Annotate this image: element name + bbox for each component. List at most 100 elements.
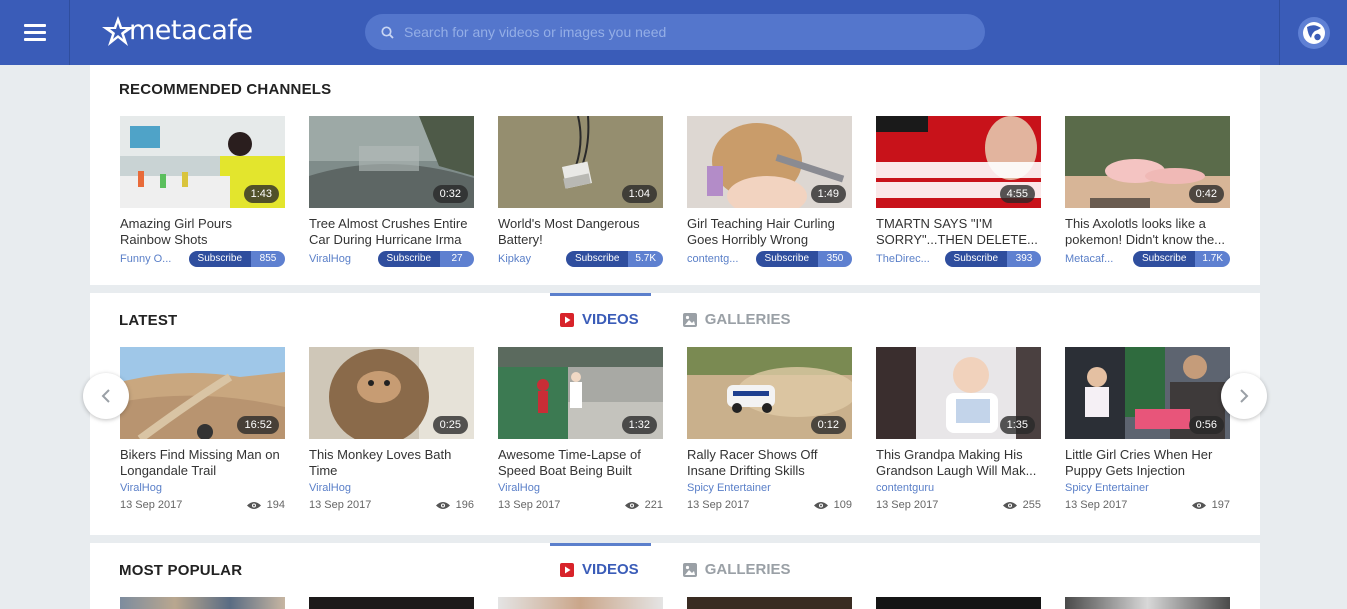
view-count-value: 255 bbox=[1022, 499, 1041, 511]
video-title[interactable]: Tree Almost Crushes Entire Car During Hu… bbox=[309, 216, 474, 248]
video-thumbnail[interactable] bbox=[309, 597, 474, 609]
subscriber-count: 5.7K bbox=[628, 251, 663, 267]
subscribe-button[interactable]: Subscribe 5.7K bbox=[565, 251, 663, 267]
video-thumbnail[interactable]: 0:32 bbox=[309, 116, 474, 208]
video-duration: 1:35 bbox=[999, 416, 1035, 434]
chevron-right-icon bbox=[1240, 389, 1249, 403]
tab-galleries-label: GALLERIES bbox=[704, 561, 791, 578]
view-count-value: 197 bbox=[1211, 499, 1230, 511]
channel-name[interactable]: ViralHog bbox=[498, 482, 663, 494]
image-gallery-icon bbox=[682, 312, 697, 327]
tab-galleries[interactable]: GALLERIES bbox=[673, 543, 803, 593]
video-thumbnail[interactable]: 0:42 bbox=[1065, 116, 1230, 208]
popular-row bbox=[120, 597, 1230, 609]
subscribe-button[interactable]: Subscribe 27 bbox=[377, 251, 474, 267]
subscriber-count: 27 bbox=[440, 251, 474, 267]
video-title[interactable]: Little Girl Cries When Her Puppy Gets In… bbox=[1065, 447, 1230, 479]
publish-date: 13 Sep 2017 bbox=[876, 499, 939, 511]
video-duration: 0:56 bbox=[1188, 416, 1224, 434]
video-thumbnail[interactable]: 1:04 bbox=[498, 116, 663, 208]
channel-name[interactable]: TheDirec... bbox=[876, 253, 930, 265]
channel-name[interactable]: Metacaf... bbox=[1065, 253, 1113, 265]
subscribe-button[interactable]: Subscribe 350 bbox=[755, 251, 852, 267]
latest-title: LATEST bbox=[119, 312, 178, 329]
channel-name[interactable]: ViralHog bbox=[120, 482, 285, 494]
view-count: 194 bbox=[246, 499, 285, 511]
subscribe-label: Subscribe bbox=[944, 251, 1007, 267]
most-popular-section: MOST POPULAR VIDEOS GALLERIES bbox=[90, 543, 1260, 609]
video-thumbnail[interactable]: 0:56 bbox=[1065, 347, 1230, 439]
channel-name[interactable]: contentg... bbox=[687, 253, 738, 265]
user-avatar-button[interactable] bbox=[1297, 16, 1330, 49]
video-duration: 1:04 bbox=[621, 185, 657, 203]
search-bar[interactable] bbox=[365, 14, 985, 50]
video-title[interactable]: Bikers Find Missing Man on Longandale Tr… bbox=[120, 447, 285, 479]
subscribe-label: Subscribe bbox=[755, 251, 818, 267]
tab-videos-label: VIDEOS bbox=[582, 311, 639, 328]
search-icon bbox=[381, 25, 394, 39]
view-count-value: 196 bbox=[455, 499, 474, 511]
video-title[interactable]: This Axolotls looks like a pokemon! Didn… bbox=[1065, 216, 1230, 248]
channel-card: 0:42 This Axolotls looks like a pokemon!… bbox=[1065, 116, 1230, 267]
video-thumbnail[interactable]: 0:25 bbox=[309, 347, 474, 439]
carousel-prev-button[interactable] bbox=[83, 373, 129, 419]
video-thumbnail[interactable]: 1:49 bbox=[687, 116, 852, 208]
video-title[interactable]: Girl Teaching Hair Curling Goes Horribly… bbox=[687, 216, 852, 248]
channel-name[interactable]: ViralHog bbox=[309, 253, 351, 265]
video-duration: 1:43 bbox=[243, 185, 279, 203]
subscribe-button[interactable]: Subscribe 393 bbox=[944, 251, 1041, 267]
video-title[interactable]: Awesome Time-Lapse of Speed Boat Being B… bbox=[498, 447, 663, 479]
video-thumbnail[interactable] bbox=[687, 597, 852, 609]
video-play-icon bbox=[560, 312, 574, 327]
video-thumbnail[interactable]: 1:43 bbox=[120, 116, 285, 208]
channel-name[interactable]: contentguru bbox=[876, 482, 1041, 494]
search-input[interactable] bbox=[404, 24, 985, 40]
channel-name[interactable]: ViralHog bbox=[309, 482, 474, 494]
carousel-next-button[interactable] bbox=[1221, 373, 1267, 419]
channel-name[interactable]: Spicy Entertainer bbox=[687, 482, 852, 494]
chevron-left-icon bbox=[101, 389, 110, 403]
video-title[interactable]: TMARTN SAYS "I'M SORRY"...THEN DELETE... bbox=[876, 216, 1041, 248]
subscribe-label: Subscribe bbox=[188, 251, 251, 267]
publish-date: 13 Sep 2017 bbox=[498, 499, 561, 511]
video-title[interactable]: World's Most Dangerous Battery! bbox=[498, 216, 663, 248]
video-thumbnail[interactable] bbox=[120, 597, 285, 609]
subscribe-button[interactable]: Subscribe 1.7K bbox=[1132, 251, 1230, 267]
view-count: 255 bbox=[1002, 499, 1041, 511]
channel-card: 1:43 Amazing Girl Pours Rainbow Shots Fu… bbox=[120, 116, 285, 267]
eye-icon bbox=[624, 501, 639, 509]
video-title[interactable]: This Monkey Loves Bath Time bbox=[309, 447, 474, 479]
subscribe-button[interactable]: Subscribe 855 bbox=[188, 251, 285, 267]
video-thumbnail[interactable]: 1:32 bbox=[498, 347, 663, 439]
menu-button[interactable] bbox=[0, 0, 70, 65]
channel-name[interactable]: Spicy Entertainer bbox=[1065, 482, 1230, 494]
video-thumbnail[interactable]: 4:55 bbox=[876, 116, 1041, 208]
video-thumbnail[interactable]: 0:12 bbox=[687, 347, 852, 439]
tab-videos[interactable]: VIDEOS bbox=[550, 543, 651, 593]
video-duration: 16:52 bbox=[237, 416, 279, 434]
video-title[interactable]: Rally Racer Shows Off Insane Drifting Sk… bbox=[687, 447, 852, 479]
latest-row: 16:52 Bikers Find Missing Man on Longand… bbox=[120, 347, 1230, 511]
logo-text: metacafe bbox=[129, 15, 253, 46]
video-thumbnail[interactable] bbox=[498, 597, 663, 609]
channel-name[interactable]: Funny O... bbox=[120, 253, 171, 265]
subscriber-count: 855 bbox=[251, 251, 285, 267]
publish-date: 13 Sep 2017 bbox=[1065, 499, 1128, 511]
video-thumbnail[interactable] bbox=[1065, 597, 1230, 609]
video-thumbnail[interactable]: 16:52 bbox=[120, 347, 285, 439]
eye-icon bbox=[246, 501, 261, 509]
tab-galleries-label: GALLERIES bbox=[704, 311, 791, 328]
video-thumbnail[interactable]: 1:35 bbox=[876, 347, 1041, 439]
video-thumbnail[interactable] bbox=[876, 597, 1041, 609]
metacafe-logo[interactable]: metacafe bbox=[101, 9, 253, 49]
subscriber-count: 393 bbox=[1007, 251, 1041, 267]
video-play-icon bbox=[560, 562, 574, 577]
channel-name[interactable]: Kipkay bbox=[498, 253, 531, 265]
user-avatar-icon bbox=[1302, 21, 1325, 44]
video-title[interactable]: This Grandpa Making His Grandson Laugh W… bbox=[876, 447, 1041, 479]
tab-videos[interactable]: VIDEOS bbox=[550, 293, 651, 343]
video-duration: 4:55 bbox=[999, 185, 1035, 203]
video-title[interactable]: Amazing Girl Pours Rainbow Shots bbox=[120, 216, 285, 248]
publish-date: 13 Sep 2017 bbox=[309, 499, 372, 511]
tab-galleries[interactable]: GALLERIES bbox=[673, 293, 803, 343]
